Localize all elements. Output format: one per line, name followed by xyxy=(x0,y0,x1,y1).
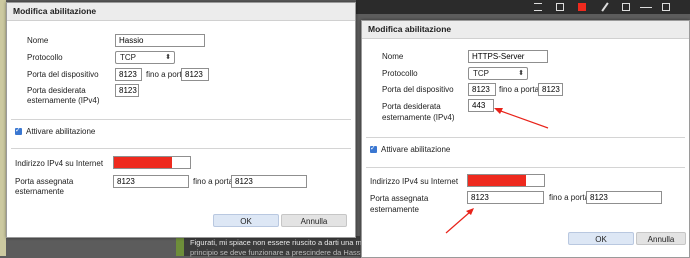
arrow-to-external-port xyxy=(494,108,549,129)
arrow-to-assigned-port xyxy=(445,208,474,234)
annotation-arrows xyxy=(445,108,549,234)
